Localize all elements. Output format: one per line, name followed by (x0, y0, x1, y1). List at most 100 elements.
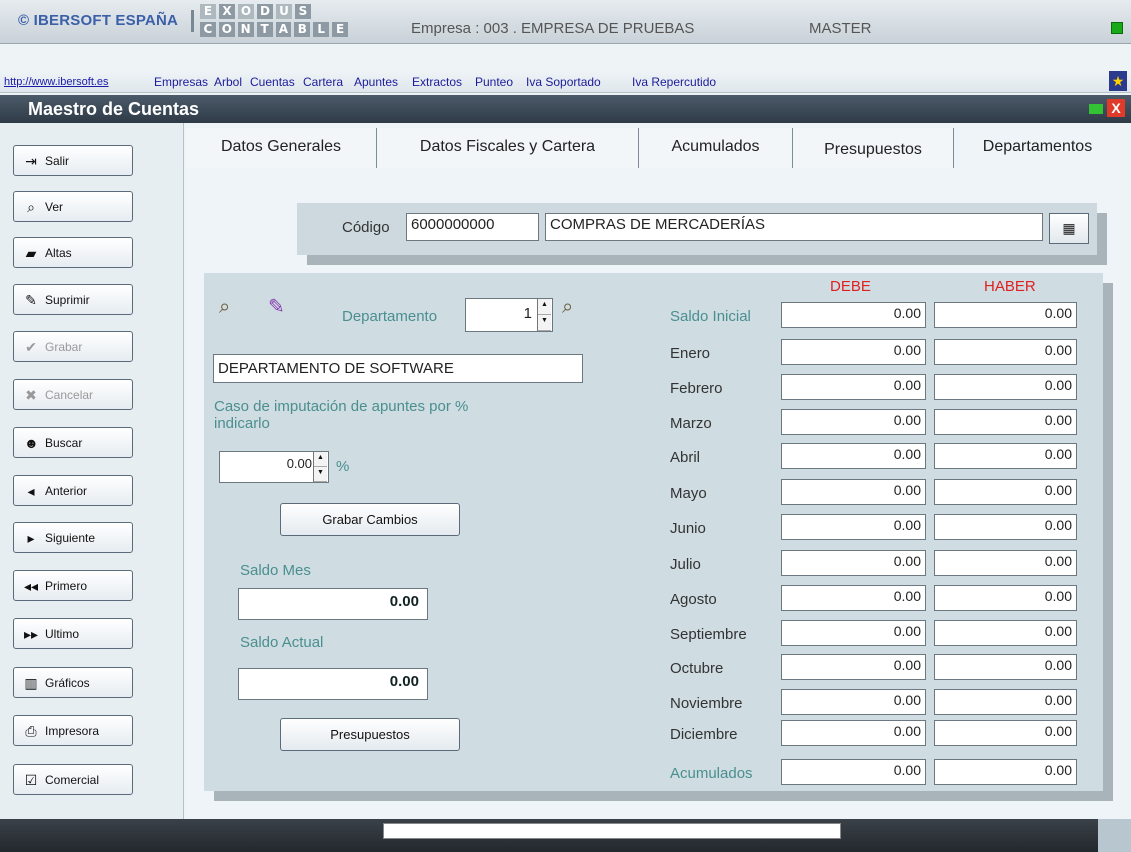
debe-field[interactable]: 0.00 (781, 302, 926, 328)
website-link[interactable]: http://www.ibersoft.es (4, 76, 109, 88)
people-search-icon: ☻ (24, 434, 39, 451)
debe-field[interactable]: 0.00 (781, 374, 926, 400)
ledger-row-label: Abril (670, 449, 701, 466)
sidebar-button-suprimir[interactable]: ✎ Suprimir (13, 284, 133, 315)
logo-letter: U (276, 4, 292, 19)
haber-field[interactable]: 0.00 (934, 443, 1077, 469)
imputacion-note-line2: indicarlo (214, 415, 270, 432)
debe-field[interactable]: 0.00 (781, 585, 926, 611)
debe-field[interactable]: 0.00 (781, 479, 926, 505)
sidebar-button-anterior[interactable]: ◂ Anterior (13, 475, 133, 506)
menu-item-cartera[interactable]: Cartera (303, 75, 343, 89)
grabar-cambios-button[interactable]: Grabar Cambios (280, 503, 460, 536)
ledger-row-label: Saldo Inicial (670, 308, 751, 325)
account-code-field[interactable]: 6000000000 (406, 213, 539, 241)
minimize-window-icon[interactable] (1089, 104, 1103, 114)
sidebar-button-primero[interactable]: ◂◂ Primero (13, 570, 133, 601)
ledger-row-label: Agosto (670, 591, 717, 608)
menu-item-punteo[interactable]: Punteo (475, 75, 513, 89)
haber-field[interactable]: 0.00 (934, 302, 1077, 328)
haber-field[interactable]: 0.00 (934, 689, 1077, 715)
department-spinner[interactable]: ▲ ▼ (537, 299, 551, 331)
sidebar-button-label: Siguiente (45, 530, 96, 545)
horizontal-scrollbar[interactable] (383, 823, 841, 839)
sidebar-button-siguiente[interactable]: ▸ Siguiente (13, 522, 133, 553)
minimize-app-icon[interactable] (1111, 22, 1123, 34)
menu-item-cuentas[interactable]: Cuentas (250, 75, 295, 89)
haber-field[interactable]: 0.00 (934, 720, 1077, 746)
haber-field[interactable]: 0.00 (934, 654, 1077, 680)
star-icon[interactable]: ★ (1109, 71, 1127, 91)
tab-presupuestos[interactable]: Presupuestos (793, 128, 954, 168)
haber-field[interactable]: 0.00 (934, 550, 1077, 576)
menu-item-extractos[interactable]: Extractos (412, 75, 462, 89)
presupuestos-button[interactable]: Presupuestos (280, 718, 460, 751)
debe-field[interactable]: 0.00 (781, 620, 926, 646)
sidebar-button-salir[interactable]: ⇥ Salir (13, 145, 133, 176)
sidebar-button-ver[interactable]: ⌕ Ver (13, 191, 133, 222)
spin-down-icon[interactable]: ▼ (314, 467, 327, 482)
tab-datos-generales[interactable]: Datos Generales (186, 128, 377, 168)
printer-icon: ⎙ (25, 722, 37, 739)
tab-label: Presupuestos (824, 141, 922, 158)
haber-field[interactable]: 0.00 (934, 339, 1077, 365)
account-name-field[interactable]: COMPRAS DE MERCADERÍAS (545, 213, 1043, 241)
logo-letter: E (332, 22, 348, 37)
sidebar-button-ultimo[interactable]: ▸▸ Ultimo (13, 618, 133, 649)
spin-up-icon[interactable]: ▲ (314, 452, 327, 467)
sidebar-button-label: Salir (45, 153, 70, 168)
haber-field[interactable]: 0.00 (934, 409, 1077, 435)
haber-field[interactable]: 0.00 (934, 514, 1077, 540)
sidebar-button-impresora[interactable]: ⎙ Impresora (13, 715, 133, 746)
sidebar-button-altas[interactable]: ▰ Altas (13, 237, 133, 268)
close-window-icon[interactable]: X (1107, 99, 1125, 117)
search-department-icon[interactable]: ⌕ (562, 296, 573, 319)
menu-item-empresas[interactable]: Empresas (154, 75, 208, 89)
haber-field[interactable]: 0.00 (934, 585, 1077, 611)
debe-field[interactable]: 0.00 (781, 409, 926, 435)
haber-field[interactable]: 0.00 (934, 374, 1077, 400)
exodus-logo: EXODUS CONTABLE (200, 4, 348, 40)
menu-item-iva-soportado[interactable]: Iva Soportado (526, 75, 601, 89)
tab-departamentos[interactable]: Departamentos (954, 128, 1121, 168)
debe-field[interactable]: 0.00 (781, 720, 926, 746)
tab-label: Datos Generales (220, 138, 342, 155)
debe-field[interactable]: 0.00 (781, 689, 926, 715)
commercial-icon: ☑ (24, 771, 38, 788)
menu-item-apuntes[interactable]: Apuntes (354, 75, 398, 89)
tab-datos-fiscales[interactable]: Datos Fiscales y Cartera (377, 128, 639, 168)
exit-door-icon: ⇥ (25, 152, 37, 169)
window-title-bar: Maestro de Cuentas X (0, 95, 1131, 123)
haber-field[interactable]: 0.00 (934, 620, 1077, 646)
ledger-row-label: Acumulados (670, 765, 753, 782)
spin-up-icon[interactable]: ▲ (538, 299, 551, 315)
percent-spinner[interactable]: ▲ ▼ (313, 452, 327, 482)
sidebar-button-label: Ver (45, 199, 64, 214)
tab-acumulados[interactable]: Acumulados (639, 128, 793, 168)
percent-sign: % (336, 458, 350, 475)
spin-down-icon[interactable]: ▼ (538, 315, 551, 331)
sidebar-button-grficos[interactable]: ▥ Gráficos (13, 667, 133, 698)
debe-field[interactable]: 0.00 (781, 654, 926, 680)
debe-field[interactable]: 0.00 (781, 514, 926, 540)
menu-item-iva-repercutido[interactable]: Iva Repercutido (632, 75, 716, 89)
debe-field[interactable]: 0.00 (781, 339, 926, 365)
saldo-actual-field: 0.00 (238, 668, 428, 700)
sidebar-button-buscar[interactable]: ☻ Buscar (13, 427, 133, 458)
haber-field[interactable]: 0.00 (934, 759, 1077, 785)
sidebar-button-grabar[interactable]: ✔ Grabar (13, 331, 133, 362)
sidebar-button-cancelar[interactable]: ✖ Cancelar (13, 379, 133, 410)
account-lookup-icon[interactable]: ▦ (1049, 213, 1089, 244)
department-number: 1 (523, 305, 532, 322)
debe-field[interactable]: 0.00 (781, 550, 926, 576)
magnifier-icon[interactable]: ⌕ (219, 296, 230, 319)
menu-item-arbol[interactable]: Arbol (214, 75, 242, 89)
debe-field[interactable]: 0.00 (781, 443, 926, 469)
eraser-tool-icon[interactable]: ✎ (268, 294, 285, 319)
ledger-row-label: Septiembre (670, 626, 747, 643)
department-name-field[interactable]: DEPARTAMENTO DE SOFTWARE (213, 354, 583, 383)
tab-label: Acumulados (671, 138, 760, 155)
haber-field[interactable]: 0.00 (934, 479, 1077, 505)
sidebar-button-comercial[interactable]: ☑ Comercial (13, 764, 133, 795)
debe-field[interactable]: 0.00 (781, 759, 926, 785)
